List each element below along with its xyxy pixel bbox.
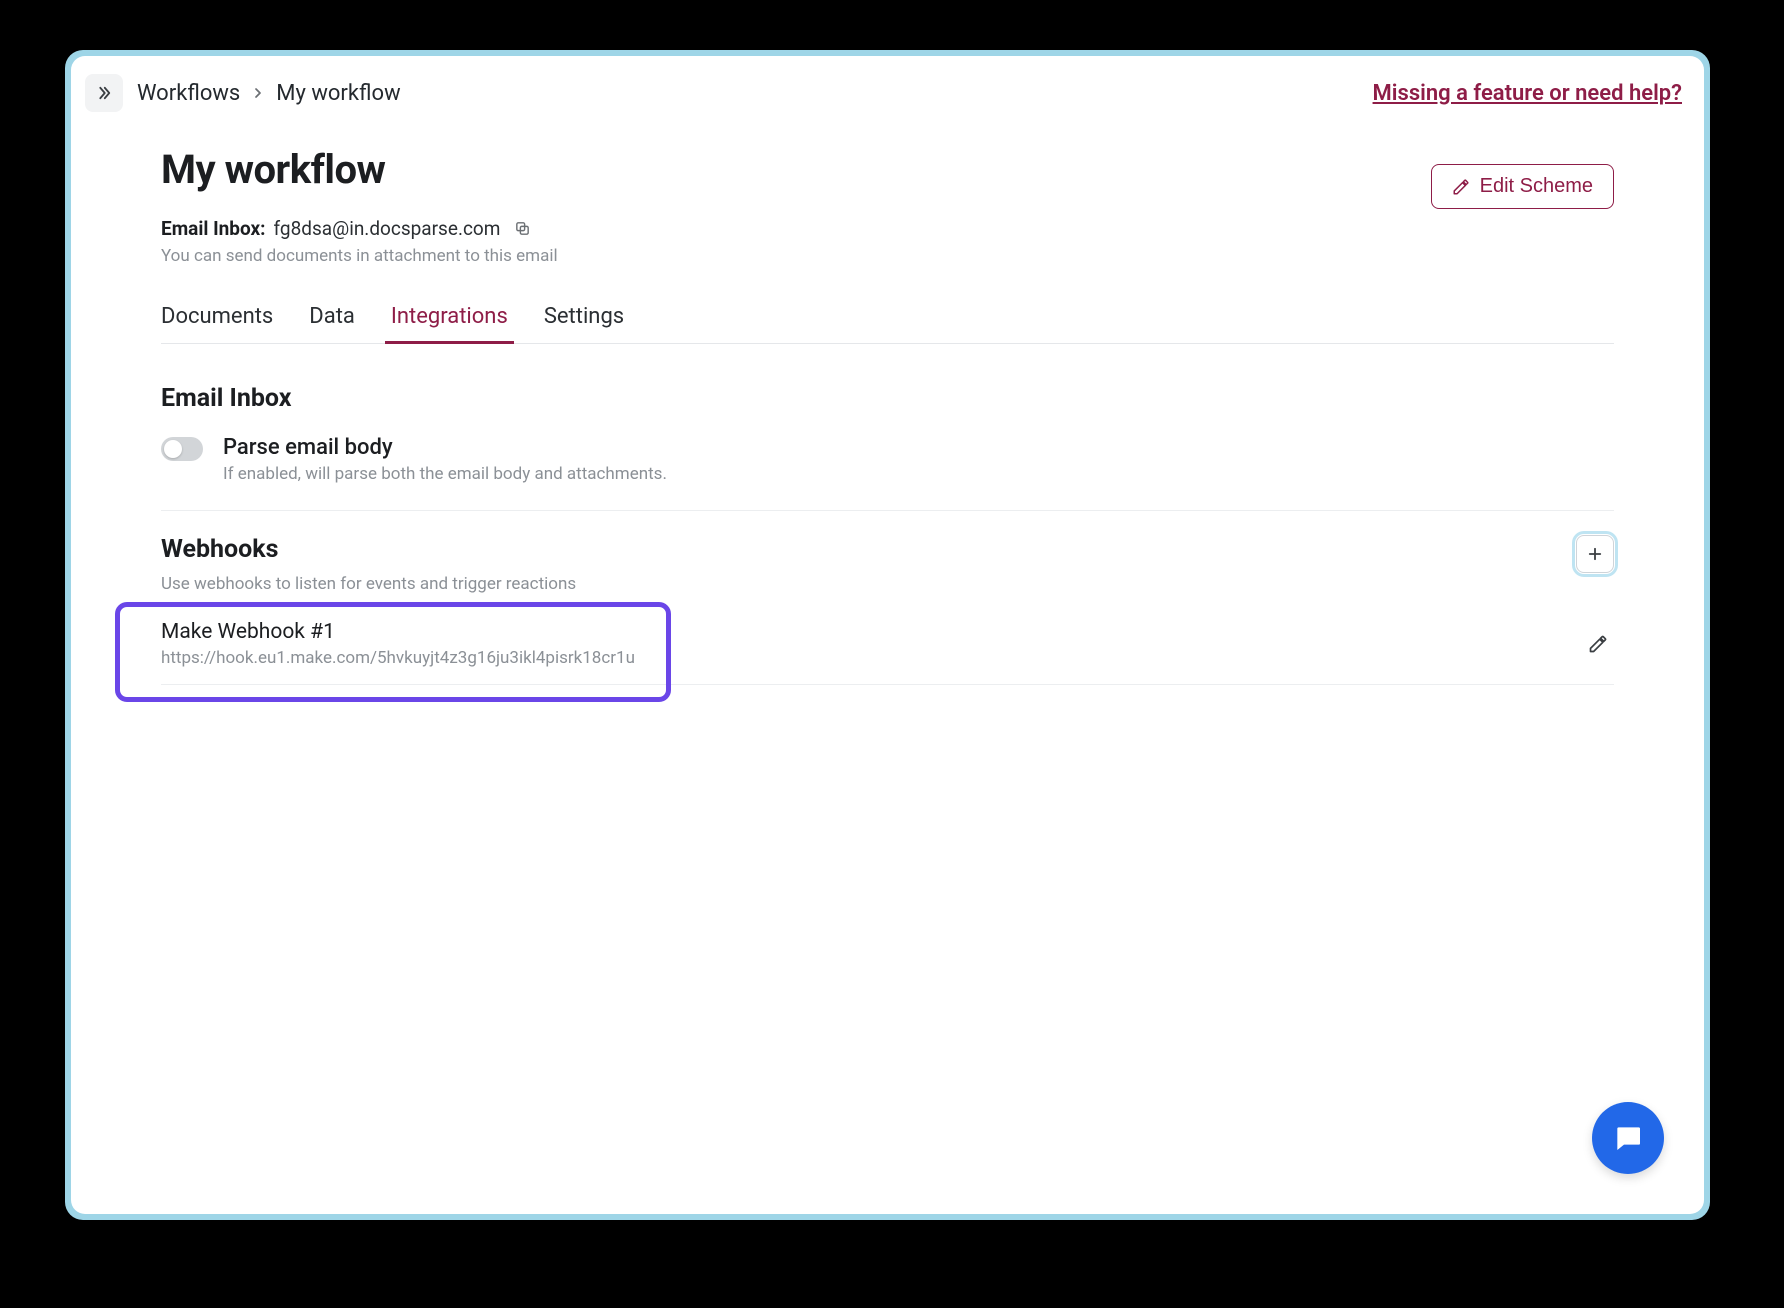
parse-email-text: Parse email body If enabled, will parse … [223, 435, 667, 484]
breadcrumb: Workflows My workflow [137, 81, 401, 106]
chevron-right-icon [250, 85, 266, 101]
copy-email-button[interactable] [514, 220, 531, 237]
content: My workflow Email Inbox: fg8dsa@in.docsp… [71, 116, 1704, 685]
edit-scheme-label: Edit Scheme [1480, 175, 1593, 198]
webhook-row: Make Webhook #1 https://hook.eu1.make.co… [161, 608, 1614, 685]
webhook-info: Make Webhook #1 https://hook.eu1.make.co… [161, 620, 635, 668]
copy-icon [514, 220, 531, 237]
header-left: My workflow Email Inbox: fg8dsa@in.docsp… [161, 146, 558, 266]
breadcrumb-workflows-link[interactable]: Workflows [137, 81, 240, 106]
edit-scheme-button[interactable]: Edit Scheme [1431, 164, 1614, 209]
webhooks-title: Webhooks [161, 535, 576, 564]
tab-documents[interactable]: Documents [161, 298, 273, 343]
tab-integrations[interactable]: Integrations [391, 298, 508, 343]
sidebar-toggle-button[interactable] [85, 74, 123, 112]
email-inbox-label: Email Inbox: [161, 217, 266, 240]
topbar-left: Workflows My workflow [85, 74, 401, 112]
plus-icon [1586, 545, 1604, 563]
email-inbox-section: Email Inbox Parse email body If enabled,… [161, 384, 1614, 511]
parse-email-title: Parse email body [223, 435, 667, 460]
add-webhook-button[interactable] [1576, 535, 1614, 573]
email-inbox-value: fg8dsa@in.docsparse.com [274, 217, 501, 240]
header-row: My workflow Email Inbox: fg8dsa@in.docsp… [161, 146, 1614, 266]
parse-email-toggle[interactable] [161, 437, 203, 461]
webhooks-sub: Use webhooks to listen for events and tr… [161, 574, 576, 594]
webhook-name: Make Webhook #1 [161, 620, 635, 644]
pencil-icon [1588, 634, 1608, 654]
edit-webhook-button[interactable] [1582, 628, 1614, 660]
tab-settings[interactable]: Settings [544, 298, 624, 343]
chat-icon [1612, 1122, 1644, 1154]
divider [161, 510, 1614, 511]
parse-email-desc: If enabled, will parse both the email bo… [223, 464, 667, 484]
email-inbox-hint: You can send documents in attachment to … [161, 246, 558, 266]
chat-fab-button[interactable] [1592, 1102, 1664, 1174]
parse-email-toggle-row: Parse email body If enabled, will parse … [161, 435, 1614, 484]
tabs: Documents Data Integrations Settings [161, 298, 1614, 344]
chevrons-right-icon [95, 84, 113, 102]
webhooks-titles: Webhooks Use webhooks to listen for even… [161, 535, 576, 594]
webhook-row-wrap: Make Webhook #1 https://hook.eu1.make.co… [161, 608, 1614, 685]
topbar: Workflows My workflow Missing a feature … [71, 56, 1704, 116]
email-inbox-section-title: Email Inbox [161, 384, 1614, 413]
email-inbox-row: Email Inbox: fg8dsa@in.docsparse.com [161, 217, 558, 240]
help-link[interactable]: Missing a feature or need help? [1373, 81, 1682, 106]
app-inner: Workflows My workflow Missing a feature … [71, 56, 1704, 1214]
pencil-icon [1452, 178, 1470, 196]
tab-data[interactable]: Data [309, 298, 355, 343]
page-title: My workflow [161, 146, 558, 193]
app-frame: Workflows My workflow Missing a feature … [65, 50, 1710, 1220]
webhooks-header: Webhooks Use webhooks to listen for even… [161, 535, 1614, 594]
breadcrumb-current: My workflow [276, 81, 400, 106]
webhook-url: https://hook.eu1.make.com/5hvkuyjt4z3g16… [161, 648, 635, 668]
